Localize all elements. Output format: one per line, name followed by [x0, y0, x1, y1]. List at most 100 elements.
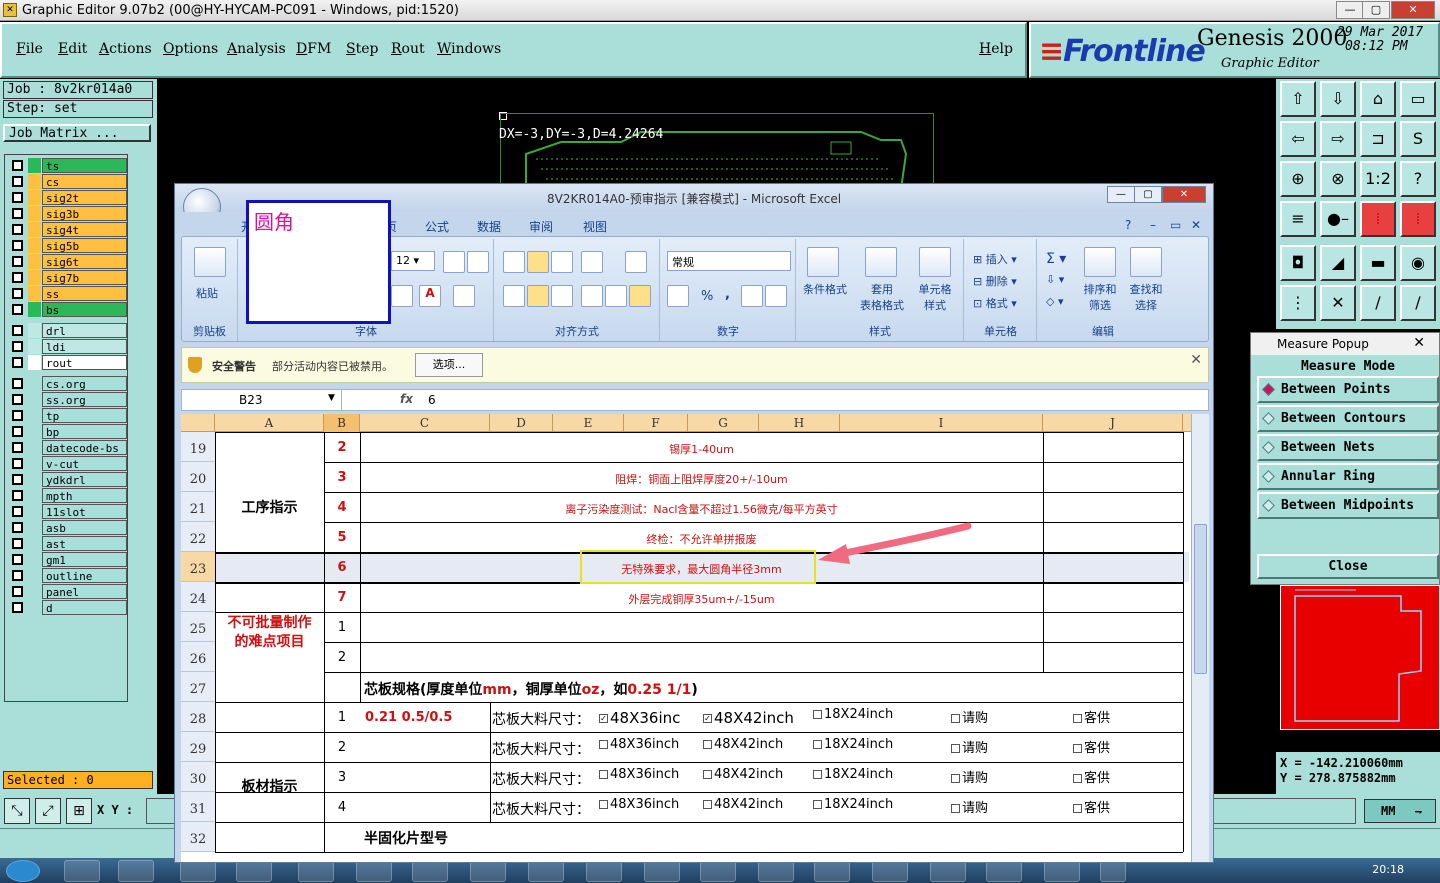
worksheet[interactable]: ABCDEFGHIJ 19 20 21 22 23 24 25 26 27 28 29 30 31 32 2…: [181, 414, 1191, 862]
mode-between-midpoints[interactable]: Between Midpoints: [1257, 492, 1439, 519]
size-option[interactable]: ✓ 48X36inc: [595, 709, 680, 727]
checkbox-icon[interactable]: ✓: [599, 714, 608, 723]
layer-checkbox[interactable]: [12, 602, 23, 613]
zoom-area-icon[interactable]: ⊗: [1320, 161, 1356, 197]
checkbox-icon[interactable]: [599, 770, 608, 779]
layer-state[interactable]: [28, 408, 41, 423]
taskbar-app[interactable]: [236, 860, 272, 882]
layer-checkbox[interactable]: [12, 341, 23, 352]
size-option[interactable]: 48X42inch: [699, 767, 783, 782]
s-curve-icon[interactable]: S: [1400, 121, 1436, 157]
align-left-icon[interactable]: [503, 285, 525, 307]
menu-help[interactable]: Help: [979, 41, 1013, 57]
layer-name[interactable]: datecode-bs: [42, 440, 127, 455]
window-icon[interactable]: ▭: [1400, 81, 1436, 117]
menu-step[interactable]: Step: [346, 41, 378, 57]
connect-icon[interactable]: ⋮: [1280, 285, 1316, 321]
mode-between-nets[interactable]: Between Nets: [1257, 434, 1439, 461]
size-option[interactable]: 客供: [1069, 797, 1110, 816]
size-option[interactable]: 客供: [1069, 707, 1110, 726]
layer-checkbox[interactable]: [12, 176, 23, 187]
layer-name[interactable]: ast: [42, 536, 127, 551]
close-button[interactable]: ✕: [1391, 1, 1435, 19]
find-select-label[interactable]: 查找和 选择: [1124, 281, 1168, 313]
sort-filter-label[interactable]: 排序和 筛选: [1076, 281, 1124, 313]
layer-name[interactable]: sig3b: [42, 206, 127, 221]
section-process-label[interactable]: 工序指示: [215, 497, 324, 517]
row-header[interactable]: 23: [181, 552, 215, 582]
start-button[interactable]: [6, 860, 40, 882]
layer-checkbox[interactable]: [12, 325, 23, 336]
layer-name[interactable]: sig6t: [42, 254, 127, 269]
taskbar-app[interactable]: [814, 860, 850, 882]
item-number[interactable]: 1: [324, 620, 360, 635]
home-icon[interactable]: ⇧: [1280, 81, 1316, 117]
options-button[interactable]: 选项...: [415, 353, 483, 377]
excel-maximize-button[interactable]: ▢: [1134, 186, 1162, 203]
increase-decimal-icon[interactable]: [741, 285, 763, 307]
building-icon[interactable]: ⌂: [1360, 81, 1396, 117]
checkbox-icon[interactable]: [599, 800, 608, 809]
layer-row[interactable]: sig2t: [8, 190, 128, 205]
fill-color-icon[interactable]: [391, 285, 413, 307]
taskbar-app[interactable]: [758, 860, 794, 882]
layer-row[interactable]: asb: [8, 520, 128, 535]
table-format-icon[interactable]: [865, 247, 897, 277]
layer-checkbox[interactable]: [12, 192, 23, 203]
scale-icon[interactable]: ▬: [1360, 245, 1396, 281]
layer-row[interactable]: ss: [8, 286, 128, 301]
row-header[interactable]: 26: [181, 642, 215, 672]
layer-name[interactable]: cs: [42, 174, 127, 189]
row-header[interactable]: 29: [181, 732, 215, 762]
excel-minimize-button[interactable]: —: [1107, 186, 1135, 203]
layer-name[interactable]: bs: [42, 302, 127, 317]
grid-icon[interactable]: ⊞: [66, 798, 92, 824]
section-board-label[interactable]: 板材指示: [215, 776, 324, 796]
core-spec-value[interactable]: 0.21 0.5/0.5: [365, 710, 452, 725]
formula-input[interactable]: 6: [428, 393, 436, 407]
scroll-thumb[interactable]: [1194, 524, 1207, 674]
sort-filter-icon[interactable]: [1084, 247, 1116, 277]
layer-name[interactable]: tp: [42, 408, 127, 423]
autosum-icon[interactable]: Σ ▾: [1046, 251, 1066, 267]
layer-checkbox[interactable]: [12, 490, 23, 501]
column-header[interactable]: C: [360, 414, 490, 432]
net2-icon[interactable]: ⁞: [1400, 201, 1436, 237]
core-spec-title[interactable]: 芯板规格(厚度单位mm，铜厚单位oz，如0.25 1/1): [364, 679, 698, 699]
cell-style-icon[interactable]: [919, 247, 951, 277]
line2-icon[interactable]: ∕: [1400, 285, 1436, 321]
overview-canvas[interactable]: [1280, 585, 1440, 730]
tab-formulas[interactable]: 公式: [425, 218, 449, 235]
column-header[interactable]: A: [215, 414, 324, 432]
layer-name[interactable]: d: [42, 600, 127, 615]
size-option[interactable]: 48X36inch: [595, 797, 679, 812]
menu-analysis[interactable]: Analysis: [227, 41, 286, 57]
layer-state[interactable]: [28, 302, 41, 317]
size-option[interactable]: 18X24inch: [809, 707, 893, 722]
taskbar-app[interactable]: [930, 860, 966, 882]
line-icon[interactable]: ∕: [1360, 285, 1396, 321]
layer-checkbox[interactable]: [12, 304, 23, 315]
job-matrix-button[interactable]: Job Matrix ...: [3, 124, 151, 142]
font-color-icon[interactable]: A: [419, 285, 441, 307]
format-button[interactable]: ⊡ 格式 ▾: [973, 295, 1017, 311]
size-option[interactable]: 请购: [947, 707, 988, 726]
layer-checkbox[interactable]: [12, 474, 23, 485]
size-option[interactable]: 48X36inch: [595, 767, 679, 782]
layer-checkbox[interactable]: [12, 357, 23, 368]
checkbox-icon[interactable]: ✓: [703, 714, 712, 723]
menu-rout[interactable]: Rout: [391, 41, 425, 57]
wrap-text-icon[interactable]: [625, 251, 647, 273]
resize-icon[interactable]: ⤡: [4, 798, 30, 824]
size-option[interactable]: 18X24inch: [809, 797, 893, 812]
layer-name[interactable]: ts: [42, 158, 127, 173]
layer-name[interactable]: sig2t: [42, 190, 127, 205]
layer-name[interactable]: v-cut: [42, 456, 127, 471]
column-header[interactable]: H: [759, 414, 840, 432]
mode-annular-ring[interactable]: Annular Ring: [1257, 463, 1439, 490]
layer-state[interactable]: [28, 440, 41, 455]
menu-actions[interactable]: Actions: [99, 41, 152, 57]
layer-row[interactable]: 11slot: [8, 504, 128, 519]
layer-state[interactable]: [28, 488, 41, 503]
item-number[interactable]: 4: [324, 500, 360, 515]
